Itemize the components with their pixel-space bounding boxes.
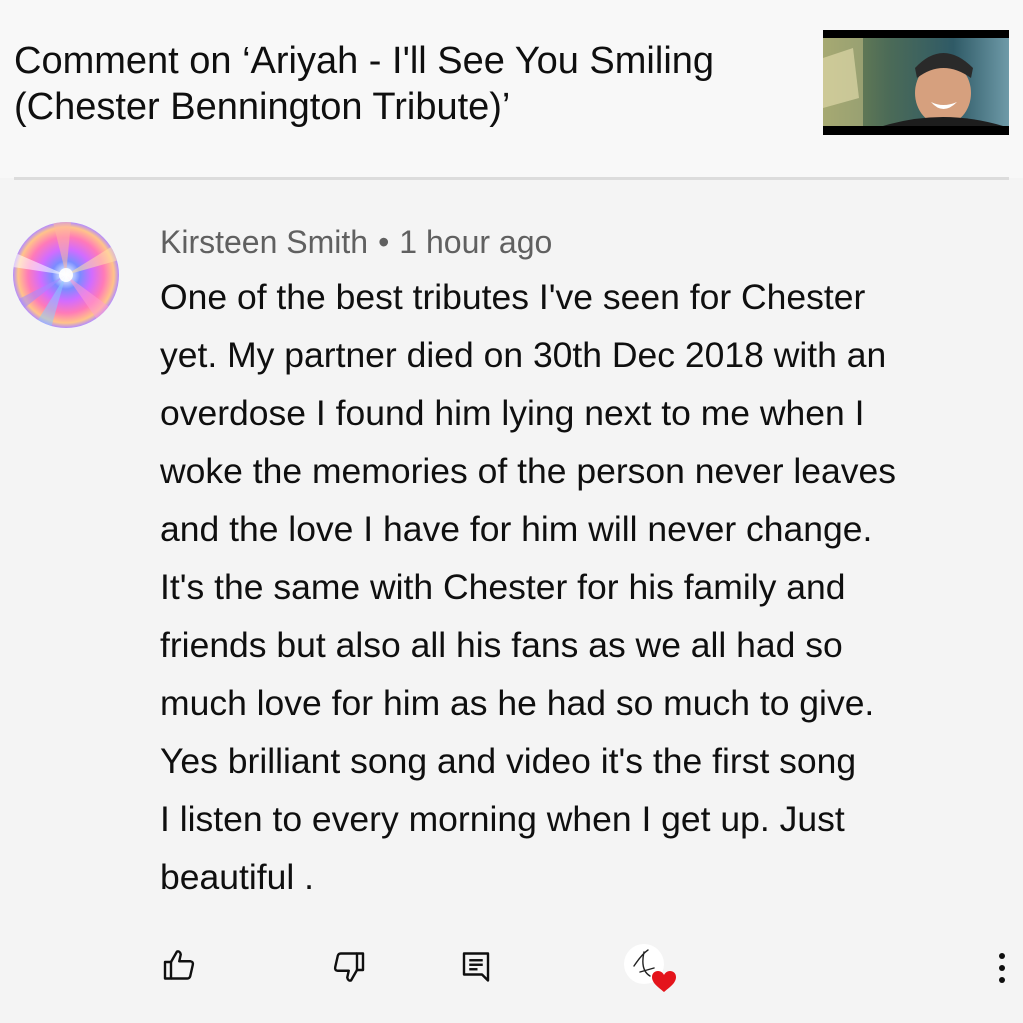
comment-header: Comment on ‘Ariyah - I'll See You Smilin… xyxy=(0,0,1023,178)
comment-actions xyxy=(0,930,1023,1000)
more-vert-icon xyxy=(999,953,1005,983)
thumbs-up-icon xyxy=(163,950,195,980)
comment-line: I listen to every morning when I get up.… xyxy=(160,799,845,839)
header-divider xyxy=(14,177,1009,180)
creator-heart-icon xyxy=(624,944,676,992)
comment-time: 1 hour ago xyxy=(399,224,553,260)
video-thumbnail-image xyxy=(823,38,1009,126)
video-thumbnail[interactable] xyxy=(823,30,1009,135)
meta-separator: • xyxy=(378,224,390,260)
creator-heart-badge xyxy=(620,940,682,996)
comment-line: woke the memories of the person never le… xyxy=(160,451,897,491)
page-title: Comment on ‘Ariyah - I'll See You Smilin… xyxy=(14,40,715,128)
more-options-button[interactable] xyxy=(984,940,1020,996)
avatar-image xyxy=(13,222,119,328)
comment-line: overdose I found him lying next to me wh… xyxy=(160,393,865,433)
comment-line: and the love I have for him will never c… xyxy=(160,509,873,549)
reply-button[interactable] xyxy=(446,942,506,992)
thumbs-down-icon xyxy=(333,952,365,982)
comment-line: friends but also all his fans as we all … xyxy=(160,625,843,665)
comment-line: yet. My partner died on 30th Dec 2018 wi… xyxy=(160,335,887,375)
comment-line: beautiful . xyxy=(160,857,314,897)
comment-line: One of the best tributes I've seen for C… xyxy=(160,277,866,317)
comment-meta: Kirsteen Smith • 1 hour ago xyxy=(160,222,552,262)
comment-author[interactable]: Kirsteen Smith xyxy=(160,224,368,260)
comment-line: Yes brilliant song and video it's the fi… xyxy=(160,741,857,781)
reply-icon xyxy=(462,952,490,982)
comment-text: One of the best tributes I've seen for C… xyxy=(160,268,1010,906)
comment-line: It's the same with Chester for his famil… xyxy=(160,567,846,607)
like-button[interactable] xyxy=(150,940,210,990)
dislike-button[interactable] xyxy=(318,942,378,992)
comment-line: much love for him as he had so much to g… xyxy=(160,683,875,723)
avatar[interactable] xyxy=(13,222,119,328)
